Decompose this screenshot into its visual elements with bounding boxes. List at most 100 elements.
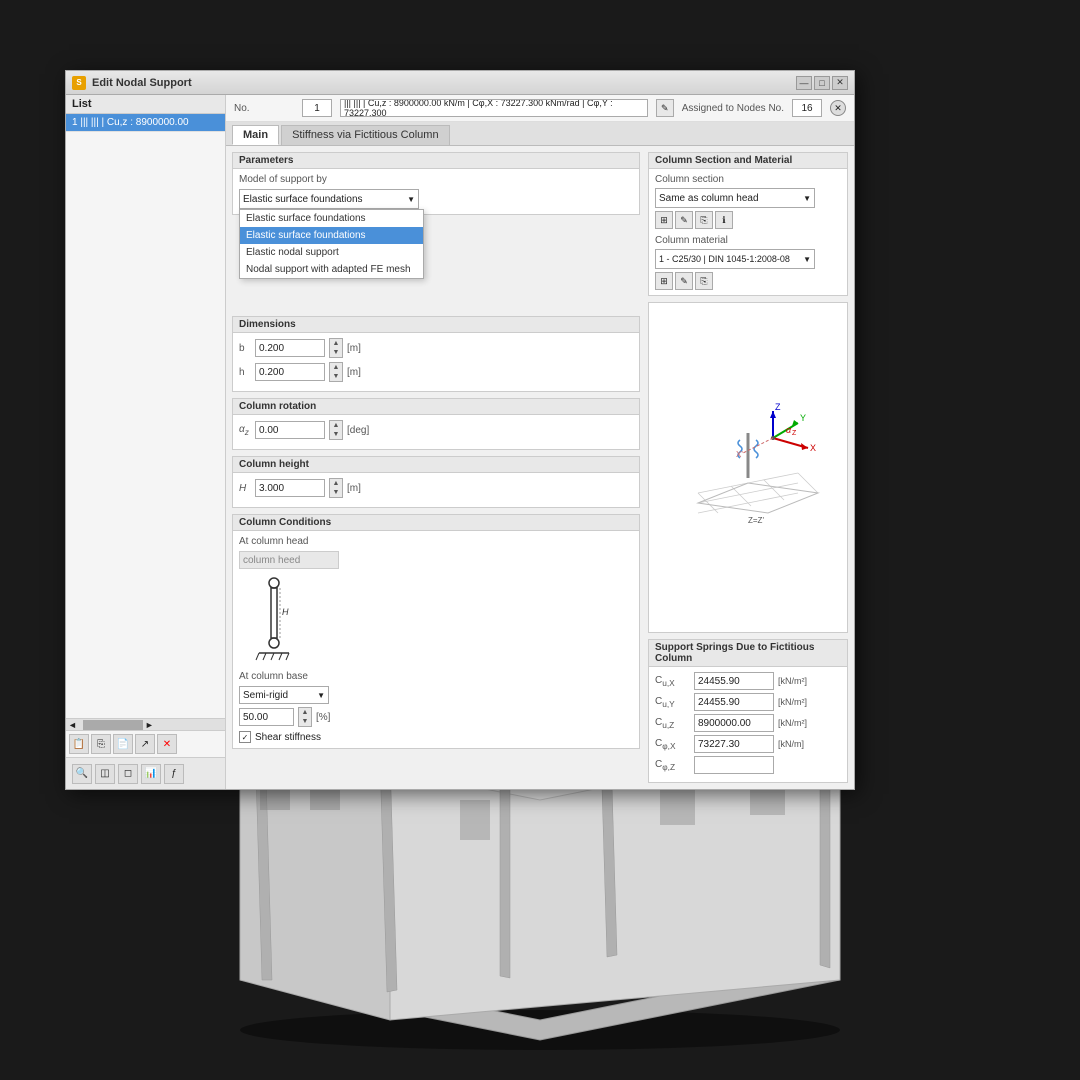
assigned-field[interactable]: 16 xyxy=(792,99,822,117)
col-section-select[interactable]: Same as column head ▼ xyxy=(655,188,815,208)
b-input[interactable]: 0.200 xyxy=(255,339,325,357)
spring-value-3: 73227.30 xyxy=(694,735,774,753)
no-label: No. xyxy=(234,103,294,114)
col-section-info-btn[interactable]: ℹ xyxy=(715,211,733,229)
col-section-label: Column section xyxy=(655,174,841,185)
col-material-toolbar: ⊞ ✎ ⎘ xyxy=(655,272,841,290)
b-decrement[interactable]: ▼ xyxy=(330,348,342,357)
maximize-button[interactable]: □ xyxy=(814,76,830,90)
col-section-toolbar: ⊞ ✎ ⎘ ℹ xyxy=(655,211,841,229)
table-btn[interactable]: 📊 xyxy=(141,764,161,784)
tab-main[interactable]: Main xyxy=(232,125,279,145)
col-material-arrow-icon: ▼ xyxy=(803,255,811,264)
base-percent-decrement[interactable]: ▼ xyxy=(299,717,311,726)
col-section-edit-btn[interactable]: ✎ xyxy=(675,211,693,229)
alpha-spinner[interactable]: ▲ ▼ xyxy=(329,420,343,440)
spring-value-4 xyxy=(694,756,774,774)
h-increment[interactable]: ▲ xyxy=(330,363,342,372)
dropdown-option-2[interactable]: Elastic nodal support xyxy=(240,244,423,261)
grid-btn[interactable]: ◫ xyxy=(95,764,115,784)
base-percent-spinner[interactable]: ▲ ▼ xyxy=(298,707,312,727)
conditions-section: Column Conditions At column head column … xyxy=(232,514,640,749)
spring-label-3: Cφ,X xyxy=(655,738,690,751)
alpha-label: αz xyxy=(239,424,251,437)
H-input[interactable]: 3.000 xyxy=(255,479,325,497)
no-name-row: No. 1 ||| ||| | Cu,z : 8900000.00 kN/m |… xyxy=(226,95,854,122)
spring-unit-1: [kN/m²] xyxy=(778,697,807,707)
b-unit: [m] xyxy=(347,343,361,354)
axes-diagram-svg: Y X Z α Z xyxy=(668,403,828,533)
rotation-section: Column rotation αz 0.00 ▲ ▼ [deg] xyxy=(232,398,640,450)
window-controls: — □ ✕ xyxy=(796,76,848,90)
H-increment[interactable]: ▲ xyxy=(330,479,342,488)
svg-text:H: H xyxy=(282,607,289,617)
shear-checkbox[interactable]: ✓ xyxy=(239,731,251,743)
spring-row-1: Cu,Y 24455.90 [kN/m²] xyxy=(655,693,841,711)
base-percent-input[interactable]: 50.00 xyxy=(239,708,294,726)
horizontal-scrollbar[interactable]: ◄ ► xyxy=(66,718,225,730)
list-panel: List 1 ||| ||| | Cu,z : 8900000.00 ◄ ► 📋… xyxy=(66,95,226,789)
col-section-copy-btn[interactable]: ⎘ xyxy=(695,211,713,229)
app-icon: S xyxy=(72,76,86,90)
base-percent-increment[interactable]: ▲ xyxy=(299,708,311,717)
spring-label-0: Cu,X xyxy=(655,675,690,688)
col-material-select[interactable]: 1 - C25/30 | DIN 1045-1:2008-08 ▼ xyxy=(655,249,815,269)
list-item[interactable]: 1 ||| ||| | Cu,z : 8900000.00 xyxy=(66,114,225,132)
close-button[interactable]: ✕ xyxy=(832,76,848,90)
select-btn[interactable]: ◻ xyxy=(118,764,138,784)
height-content: H 3.000 ▲ ▼ [m] xyxy=(233,473,639,507)
head-value-row: column heed xyxy=(239,551,633,569)
shear-label: Shear stiffness xyxy=(255,732,321,743)
delete-btn[interactable]: ✕ xyxy=(157,734,177,754)
dropdown-option-1[interactable]: Elastic surface foundations xyxy=(240,227,423,244)
copy-btn[interactable]: ⎘ xyxy=(91,734,111,754)
col-material-edit-btn[interactable]: ✎ xyxy=(675,272,693,290)
col-material-view-btn[interactable]: ⊞ xyxy=(655,272,673,290)
h-spinner[interactable]: ▲ ▼ xyxy=(329,362,343,382)
export-btn[interactable]: ↗ xyxy=(135,734,155,754)
right-form: Column Section and Material Column secti… xyxy=(648,152,848,783)
dialog-body: List 1 ||| ||| | Cu,z : 8900000.00 ◄ ► 📋… xyxy=(66,95,854,789)
col-material-copy-btn[interactable]: ⎘ xyxy=(695,272,713,290)
paste-btn[interactable]: 📄 xyxy=(113,734,133,754)
base-type-row: Semi-rigid ▼ xyxy=(239,686,633,704)
h-decrement[interactable]: ▼ xyxy=(330,372,342,381)
col-section-view-btn[interactable]: ⊞ xyxy=(655,211,673,229)
alpha-increment[interactable]: ▲ xyxy=(330,421,342,430)
b-increment[interactable]: ▲ xyxy=(330,339,342,348)
head-label-row: At column head xyxy=(239,536,633,547)
base-type-select[interactable]: Semi-rigid ▼ xyxy=(239,686,329,704)
model-row: Model of support by xyxy=(239,174,633,185)
conditions-content: At column head column heed xyxy=(233,531,639,748)
no-field[interactable]: 1 xyxy=(302,99,332,117)
dropdown-option-3[interactable]: Nodal support with adapted FE mesh xyxy=(240,261,423,278)
svg-text:X': X' xyxy=(736,450,743,459)
func-btn[interactable]: ƒ xyxy=(164,764,184,784)
base-label-row: At column base xyxy=(239,671,633,682)
spring-value-0: 24455.90 xyxy=(694,672,774,690)
b-spinner[interactable]: ▲ ▼ xyxy=(329,338,343,358)
H-spinner[interactable]: ▲ ▼ xyxy=(329,478,343,498)
column-diagram-svg: H xyxy=(244,575,304,665)
parameters-content: Model of support by Elastic surface foun… xyxy=(233,169,639,214)
zoom-btn[interactable]: 🔍 xyxy=(72,764,92,784)
right-panel: No. 1 ||| ||| | Cu,z : 8900000.00 kN/m |… xyxy=(226,95,854,789)
h-input[interactable]: 0.200 xyxy=(255,363,325,381)
dropdown-option-0[interactable]: Elastic surface foundations xyxy=(240,210,423,227)
tab-stiffness[interactable]: Stiffness via Fictitious Column xyxy=(281,125,450,145)
info-btn[interactable]: ✕ xyxy=(830,100,846,116)
H-decrement[interactable]: ▼ xyxy=(330,488,342,497)
model-dropdown-menu: Elastic surface foundations Elastic surf… xyxy=(239,209,424,279)
minimize-button[interactable]: — xyxy=(796,76,812,90)
alpha-row: αz 0.00 ▲ ▼ [deg] xyxy=(239,420,633,440)
head-label: At column head xyxy=(239,536,309,547)
alpha-decrement[interactable]: ▼ xyxy=(330,430,342,439)
alpha-input[interactable]: 0.00 xyxy=(255,421,325,439)
h-unit: [m] xyxy=(347,367,361,378)
model-dropdown[interactable]: Elastic surface foundations ▼ xyxy=(239,189,419,209)
name-edit-btn[interactable]: ✎ xyxy=(656,99,674,117)
new-btn[interactable]: 📋 xyxy=(69,734,89,754)
name-field[interactable]: ||| ||| | Cu,z : 8900000.00 kN/m | Cφ,X … xyxy=(340,99,648,117)
H-unit: [m] xyxy=(347,483,361,494)
h-label: h xyxy=(239,367,251,378)
